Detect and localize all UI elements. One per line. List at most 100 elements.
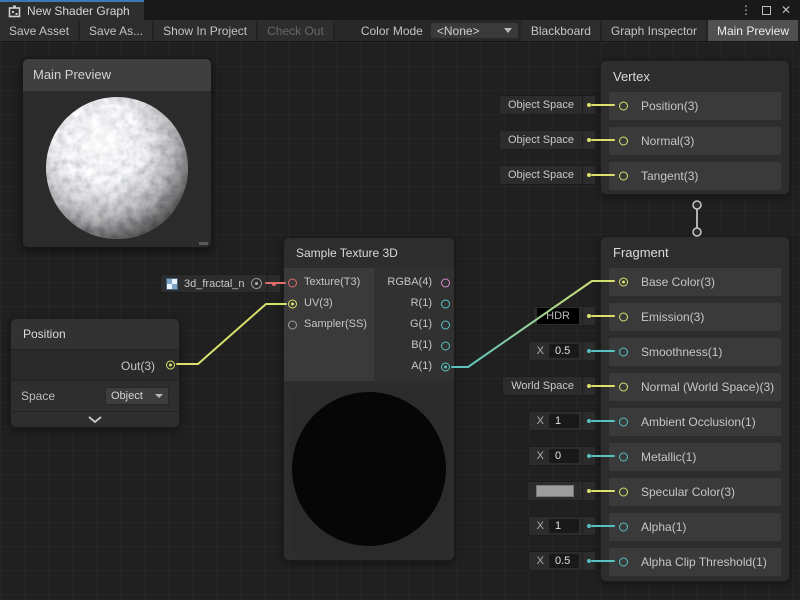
fragment-row-metallic[interactable]: Metallic(1) bbox=[609, 443, 781, 471]
port-emission[interactable] bbox=[619, 313, 628, 322]
fragment-row-emission[interactable]: Emission(3) bbox=[609, 303, 781, 331]
input-row-uv[interactable]: UV(3) bbox=[284, 293, 374, 314]
output-row-rgba[interactable]: RGBA(4) bbox=[374, 272, 454, 293]
port-alpha[interactable] bbox=[619, 523, 628, 532]
ambient-occlusion-value-pill[interactable]: X 1 bbox=[528, 411, 596, 431]
specular-color-pill[interactable] bbox=[527, 481, 596, 501]
fragment-row-specular-color[interactable]: Specular Color(3) bbox=[609, 478, 781, 506]
position-node-title: Position bbox=[11, 319, 179, 349]
smoothness-value-pill[interactable]: X 0.5 bbox=[528, 341, 596, 361]
main-preview-viewport[interactable] bbox=[23, 91, 211, 247]
resize-handle[interactable] bbox=[199, 242, 208, 245]
port-r-output[interactable] bbox=[441, 299, 450, 308]
x-component-label: X bbox=[529, 520, 549, 532]
fragment-node[interactable]: Fragment Base Color(3) Emission(3) Smoot… bbox=[600, 236, 790, 582]
port-normal-world-space[interactable] bbox=[619, 383, 628, 392]
alpha-value-field[interactable]: 1 bbox=[549, 519, 579, 533]
graph-canvas[interactable]: Main Preview bbox=[0, 42, 800, 600]
color-mode-label: Color Mode bbox=[335, 20, 431, 41]
port-rgba-output[interactable] bbox=[441, 278, 450, 287]
main-preview-header[interactable]: Main Preview bbox=[23, 59, 211, 91]
normal-space-pill[interactable]: Object Space bbox=[499, 130, 596, 150]
node-preview bbox=[290, 386, 448, 554]
dropdown-arrow-icon bbox=[504, 28, 512, 33]
fragment-row-alpha-clip[interactable]: Alpha Clip Threshold(1) bbox=[609, 548, 781, 576]
position-out-row[interactable]: Out(3) bbox=[11, 349, 179, 381]
port-smoothness[interactable] bbox=[619, 348, 628, 357]
output-row-g[interactable]: G(1) bbox=[374, 314, 454, 335]
ambient-occlusion-value-field[interactable]: 1 bbox=[549, 414, 579, 428]
fragment-row-alpha[interactable]: Alpha(1) bbox=[609, 513, 781, 541]
output-row-a[interactable]: A(1) bbox=[374, 356, 454, 377]
output-row-r[interactable]: R(1) bbox=[374, 293, 454, 314]
smoothness-value-field[interactable]: 0.5 bbox=[549, 344, 579, 358]
output-g-label: G(1) bbox=[410, 318, 432, 330]
input-texture-label: Texture(T3) bbox=[304, 276, 360, 288]
output-a-label: A(1) bbox=[411, 360, 432, 372]
vertex-row-tangent[interactable]: Tangent(3) bbox=[609, 162, 781, 190]
sample-texture-3d-title: Sample Texture 3D bbox=[284, 238, 454, 268]
space-dropdown[interactable]: Object bbox=[105, 387, 169, 405]
input-sampler-label: Sampler(SS) bbox=[304, 318, 367, 330]
kebab-menu-icon[interactable]: ⋮ bbox=[738, 2, 754, 18]
input-row-texture[interactable]: Texture(T3) bbox=[284, 272, 374, 293]
color-mode-dropdown[interactable]: <None> bbox=[431, 23, 518, 38]
fragment-row-ambient-occlusion[interactable]: Ambient Occlusion(1) bbox=[609, 408, 781, 436]
position-node[interactable]: Position Out(3) Space Object bbox=[10, 318, 180, 428]
save-as-button[interactable]: Save As... bbox=[80, 20, 154, 41]
alpha-clip-value-pill[interactable]: X 0.5 bbox=[528, 551, 596, 571]
vertex-node[interactable]: Vertex Position(3) Normal(3) Tangent(3) bbox=[600, 60, 790, 195]
hdr-color-swatch[interactable]: HDR bbox=[537, 308, 579, 324]
port-position-out[interactable] bbox=[166, 361, 175, 370]
port-metallic[interactable] bbox=[619, 453, 628, 462]
metallic-value-pill[interactable]: X 0 bbox=[528, 446, 596, 466]
port-specular-color[interactable] bbox=[619, 488, 628, 497]
main-preview-toggle-button[interactable]: Main Preview bbox=[708, 20, 800, 41]
fragment-row-smoothness[interactable]: Smoothness(1) bbox=[609, 338, 781, 366]
graph-inspector-toggle-button[interactable]: Graph Inspector bbox=[602, 20, 708, 41]
normal-space-pill-fragment[interactable]: World Space bbox=[502, 376, 596, 396]
alpha-clip-value-field[interactable]: 0.5 bbox=[549, 554, 579, 568]
position-space-pill[interactable]: Object Space bbox=[499, 95, 596, 115]
tab-shader-graph[interactable]: New Shader Graph bbox=[0, 0, 144, 20]
port-alpha-clip-threshold[interactable] bbox=[619, 558, 628, 567]
vertex-row-position[interactable]: Position(3) bbox=[609, 92, 781, 120]
fragment-row-base-color[interactable]: Base Color(3) bbox=[609, 268, 781, 296]
object-picker-icon[interactable] bbox=[251, 278, 262, 289]
window-titlebar: New Shader Graph ⋮ ✕ bbox=[0, 0, 800, 20]
port-normal[interactable] bbox=[619, 137, 628, 146]
vertex-row-normal[interactable]: Normal(3) bbox=[609, 127, 781, 155]
maximize-icon[interactable] bbox=[758, 2, 774, 18]
port-g-output[interactable] bbox=[441, 320, 450, 329]
fragment-row-ambient-occlusion-label: Ambient Occlusion(1) bbox=[641, 415, 756, 429]
metallic-value-field[interactable]: 0 bbox=[549, 449, 579, 463]
port-position[interactable] bbox=[619, 102, 628, 111]
port-base-color[interactable] bbox=[619, 278, 628, 287]
output-row-b[interactable]: B(1) bbox=[374, 335, 454, 356]
main-preview-panel: Main Preview bbox=[22, 58, 212, 248]
close-icon[interactable]: ✕ bbox=[778, 2, 794, 18]
dropdown-arrow-icon bbox=[155, 394, 163, 398]
tangent-space-pill-label: Object Space bbox=[500, 169, 582, 181]
port-tangent[interactable] bbox=[619, 172, 628, 181]
port-texture-input[interactable] bbox=[288, 278, 297, 287]
port-sampler-input[interactable] bbox=[288, 320, 297, 329]
port-uv-input[interactable] bbox=[288, 299, 297, 308]
input-row-sampler[interactable]: Sampler(SS) bbox=[284, 314, 374, 335]
collapse-preview-toggle[interactable] bbox=[11, 411, 179, 427]
vertex-fragment-connector[interactable] bbox=[693, 201, 701, 236]
blackboard-toggle-button[interactable]: Blackboard bbox=[522, 20, 602, 41]
port-ambient-occlusion[interactable] bbox=[619, 418, 628, 427]
specular-color-swatch[interactable] bbox=[536, 485, 574, 497]
sample-texture-3d-node[interactable]: Sample Texture 3D Texture(T3) UV(3) Samp… bbox=[283, 237, 455, 561]
edge-position-out-to-uv[interactable] bbox=[177, 304, 286, 364]
tangent-space-pill[interactable]: Object Space bbox=[499, 165, 596, 185]
save-asset-button[interactable]: Save Asset bbox=[0, 20, 80, 41]
texture-asset-name: 3d_fractal_n bbox=[178, 278, 251, 290]
texture-asset-field[interactable]: 3d_fractal_n bbox=[160, 274, 281, 293]
alpha-value-pill[interactable]: X 1 bbox=[528, 516, 596, 536]
port-a-output[interactable] bbox=[441, 362, 450, 371]
fragment-row-normal-ws[interactable]: Normal (World Space)(3) bbox=[609, 373, 781, 401]
show-in-project-button[interactable]: Show In Project bbox=[154, 20, 258, 41]
port-b-output[interactable] bbox=[441, 341, 450, 350]
